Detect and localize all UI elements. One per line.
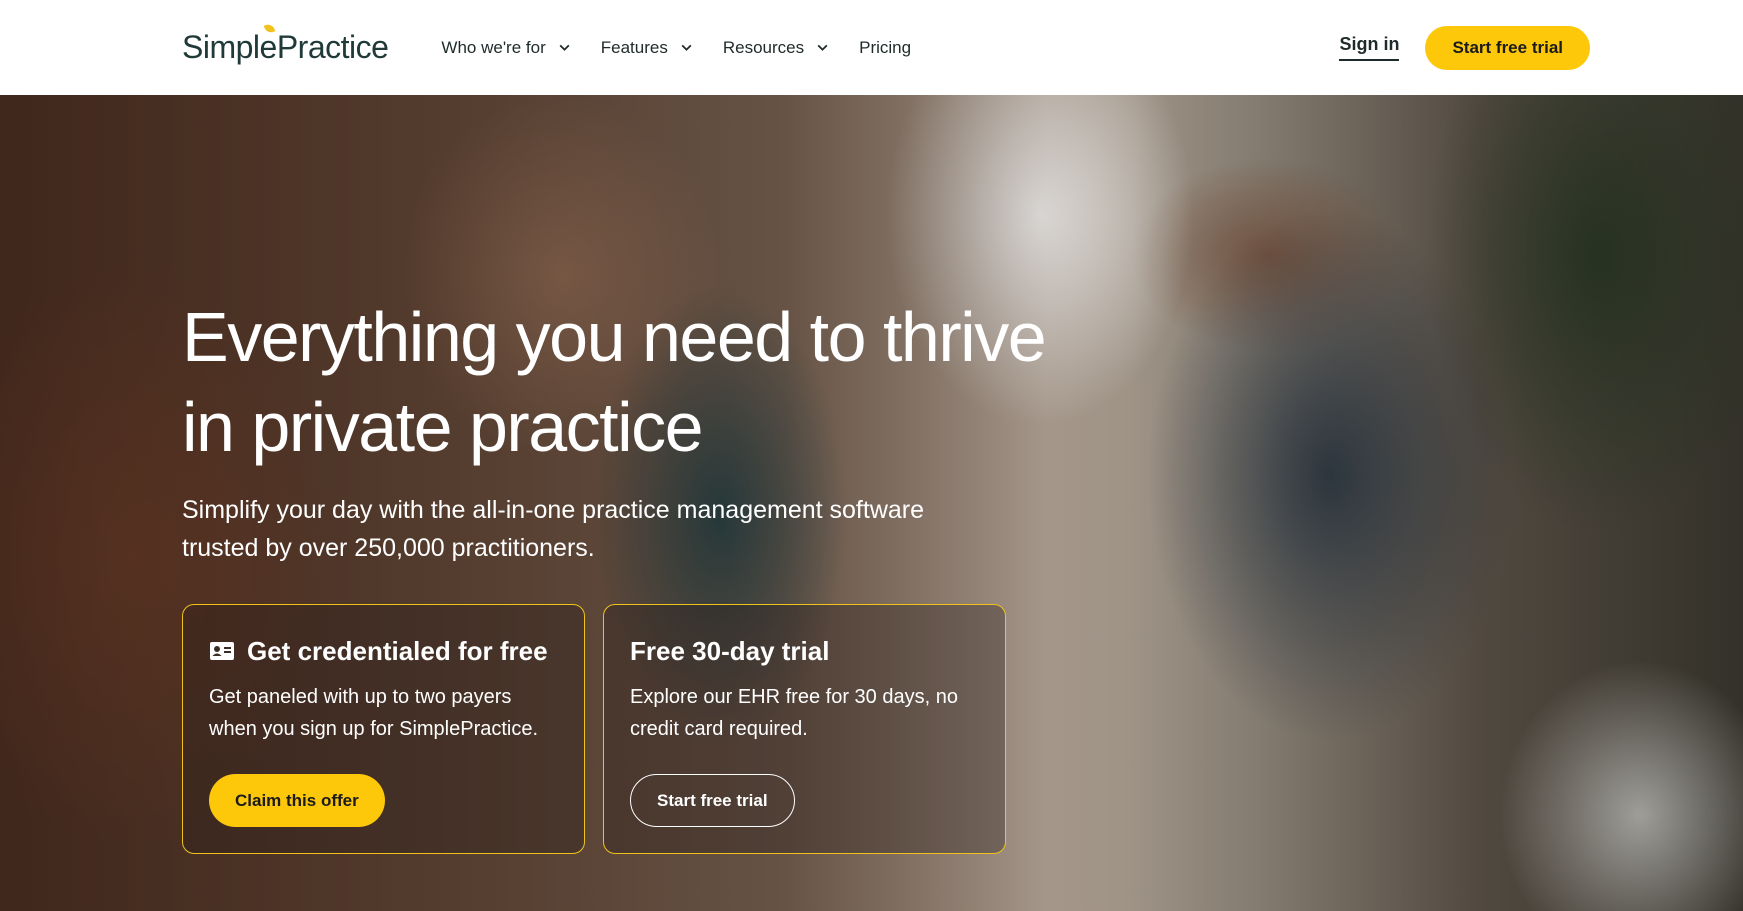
nav-pricing-label: Pricing	[859, 37, 912, 57]
simplepractice-logo[interactable]: SimplePractice	[182, 22, 389, 66]
claim-offer-button[interactable]: Claim this offer	[209, 774, 385, 827]
id-card-icon	[210, 642, 234, 660]
hero-title: Everything you need to thrive in private…	[182, 298, 1047, 466]
credentialing-card-title-row: Get credentialed for free	[209, 635, 558, 667]
free-trial-card-text: Explore our EHR free for 30 days, no cre…	[630, 686, 958, 740]
chevron-down-icon	[817, 44, 828, 51]
sign-in-link[interactable]: Sign in	[1339, 34, 1400, 61]
hero-subtitle: Simplify your day with the all-in-one pr…	[182, 496, 925, 562]
free-trial-card-title: Free 30-day trial	[630, 635, 830, 666]
nav-resources[interactable]: Resources	[723, 38, 829, 58]
card-start-free-trial-button[interactable]: Start free trial	[630, 774, 795, 827]
nav-who-were-for[interactable]: Who we're for	[441, 38, 570, 58]
site-header: SimplePractice Who we're for Features Re…	[0, 0, 1743, 95]
chevron-down-icon	[559, 44, 570, 51]
logo-text: SimplePractice	[182, 29, 389, 65]
hero-section: Everything you need to thrive in private…	[0, 95, 1743, 911]
nav-who-were-for-label: Who we're for	[441, 37, 546, 57]
credentialing-card-title: Get credentialed for free	[247, 635, 548, 666]
free-trial-card: Free 30-day trial Explore our EHR free f…	[603, 604, 1006, 854]
header-actions: Sign in Start free trial	[1339, 25, 1590, 70]
credentialing-card-text: Get paneled with up to two payers when y…	[209, 686, 539, 740]
nav-features-label: Features	[600, 37, 668, 57]
main-nav: Who we're for Features Resources Pricing	[441, 38, 911, 58]
nav-resources-label: Resources	[722, 37, 805, 57]
chevron-down-icon	[681, 44, 692, 51]
nav-features[interactable]: Features	[601, 38, 693, 58]
start-free-trial-button[interactable]: Start free trial	[1425, 25, 1590, 70]
credentialing-offer-card: Get credentialed for free Get paneled wi…	[182, 604, 585, 854]
nav-pricing[interactable]: Pricing	[859, 38, 911, 58]
